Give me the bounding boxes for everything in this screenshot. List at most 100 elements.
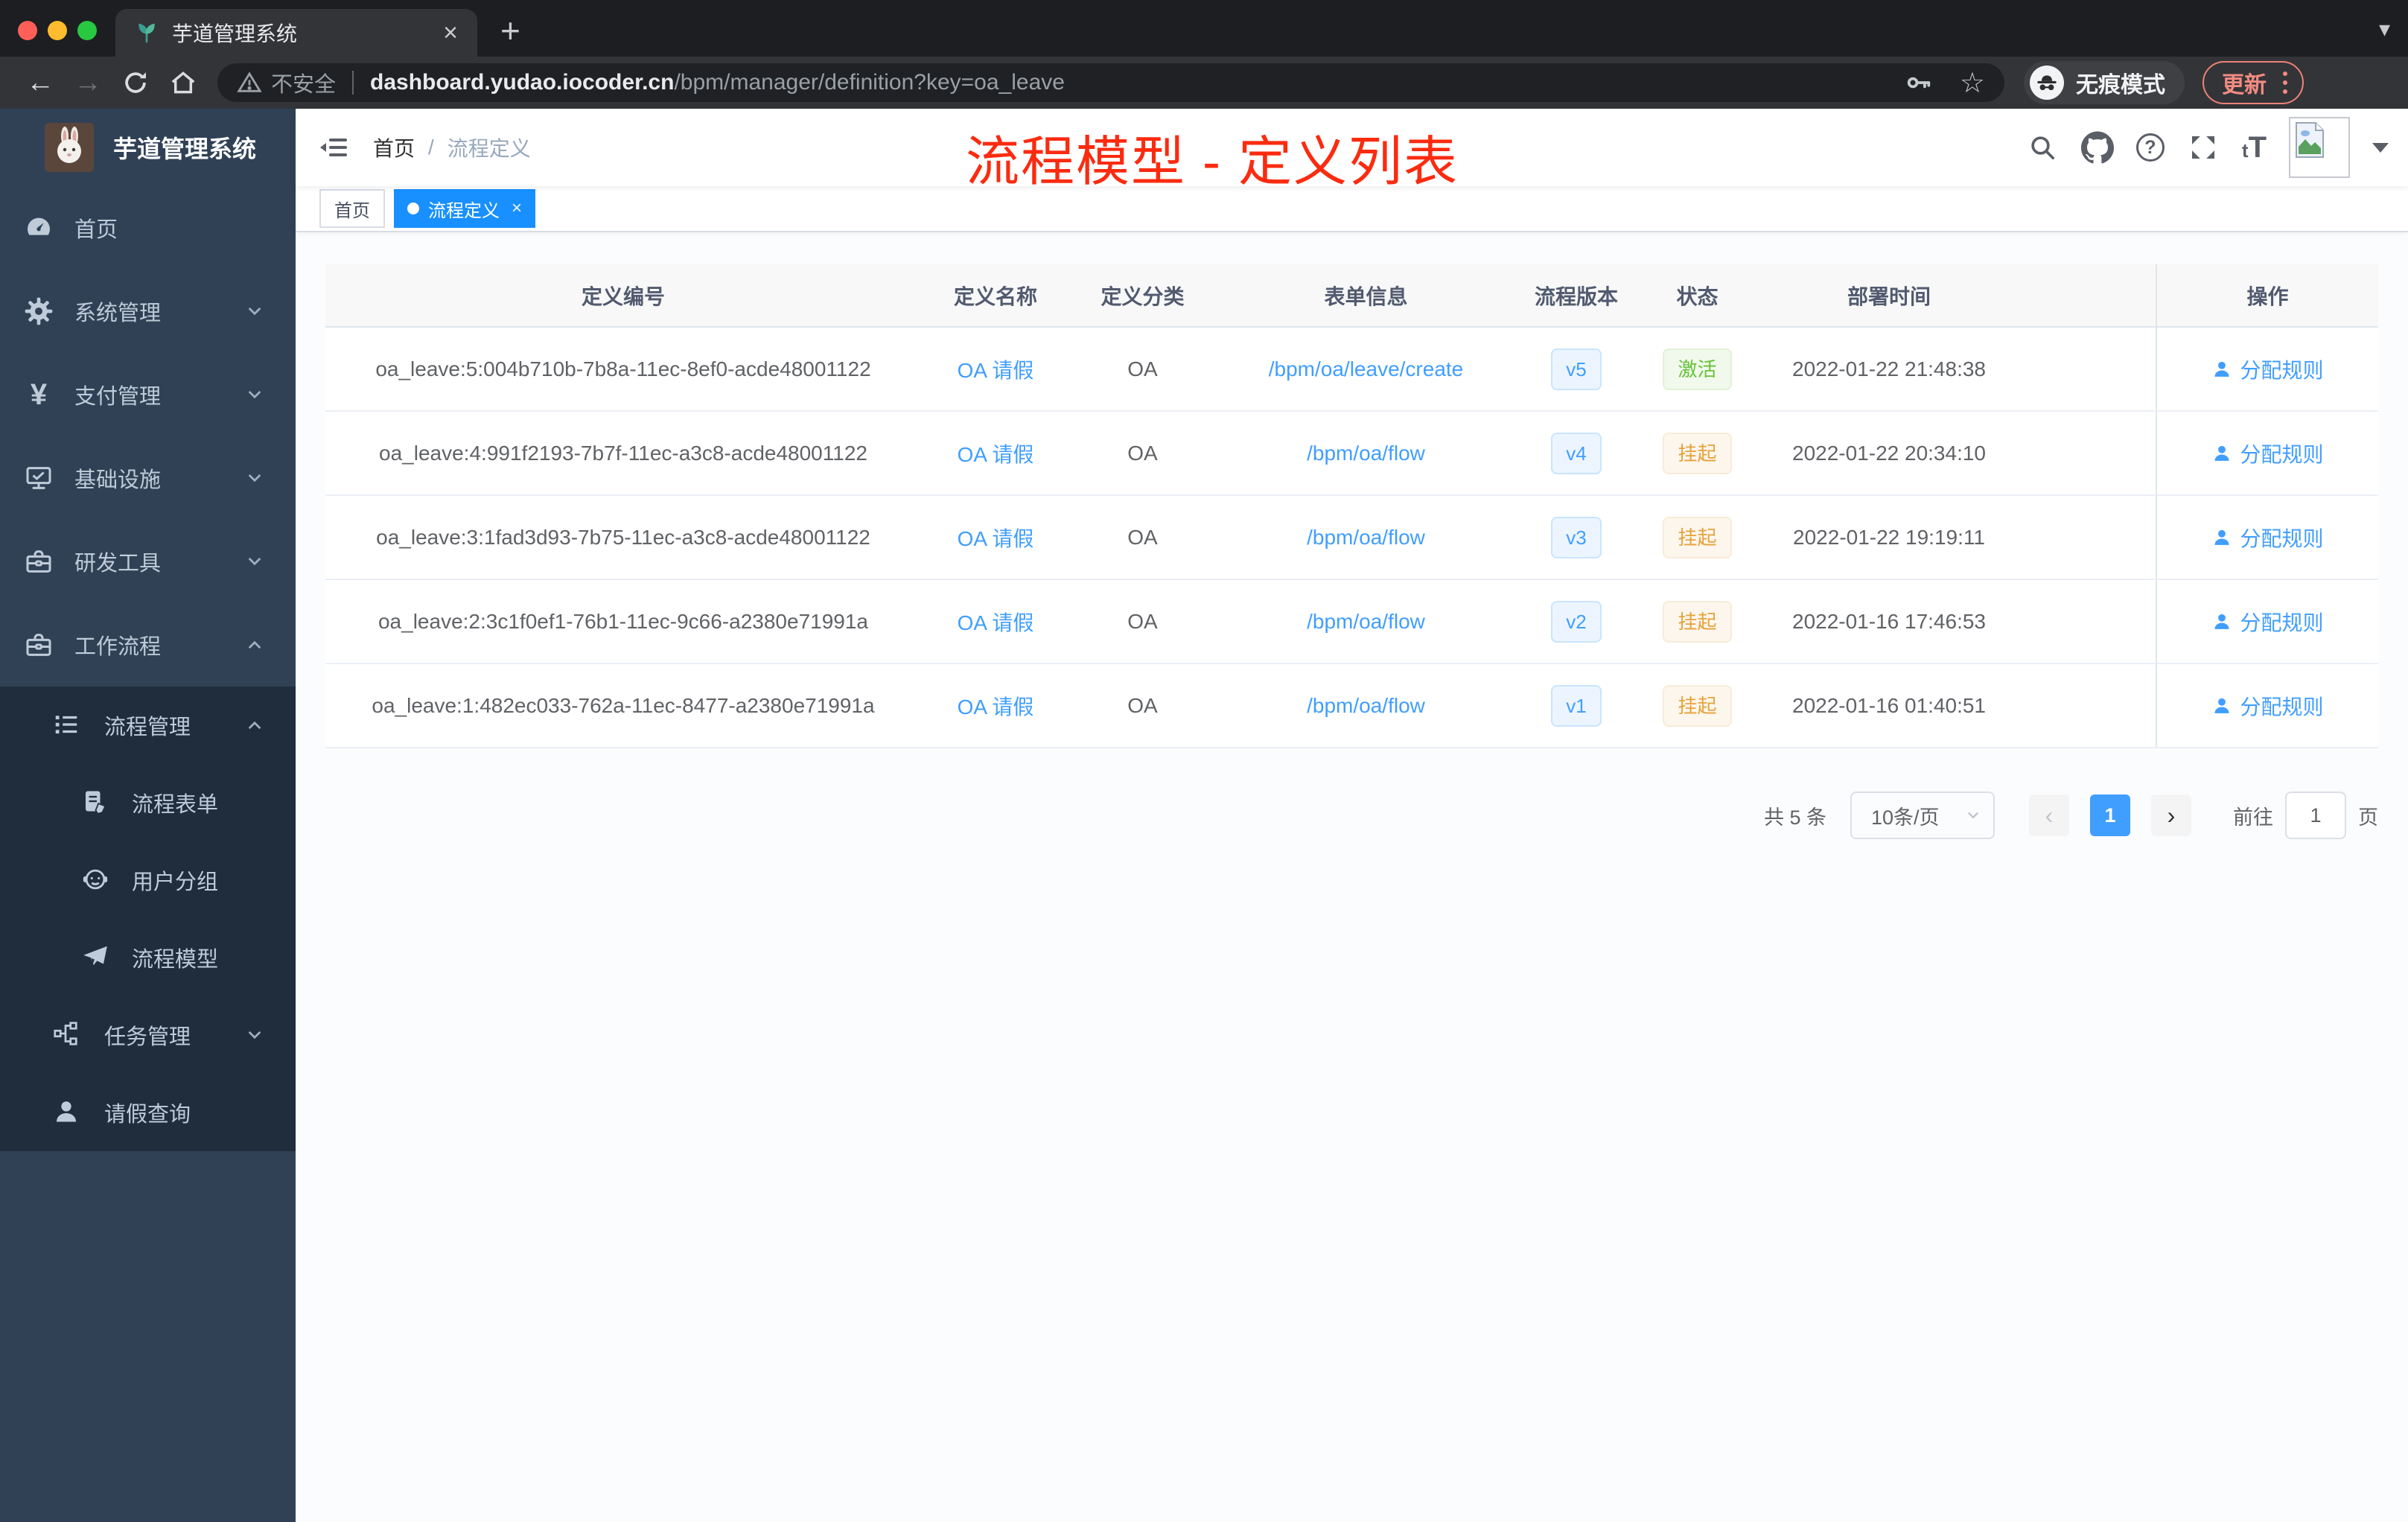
page-size-select[interactable]: 10条/页	[1850, 792, 1995, 839]
security-label[interactable]: 不安全	[271, 67, 336, 98]
assign-rule-button[interactable]: 分配规则	[2211, 691, 2324, 721]
help-icon[interactable]: ?	[2135, 133, 2165, 162]
workflow-submenu: 流程管理 流程表单 用户分组 流程模型 任务管理 请假查询	[0, 687, 296, 1151]
sidebar-item-process-mgmt[interactable]: 流程管理	[0, 687, 296, 764]
cell-form-link[interactable]: /bpm/oa/leave/create	[1215, 357, 1517, 381]
cell-definition-name[interactable]: OA 请假	[921, 691, 1070, 721]
tag-home[interactable]: 首页	[319, 189, 385, 228]
tab-strip: 芋道管理系统 × + ▾	[0, 0, 2408, 57]
assign-rule-button[interactable]: 分配规则	[2211, 523, 2324, 553]
sidebar-item-payment[interactable]: ¥ 支付管理	[0, 353, 296, 436]
tag-close-icon[interactable]: ×	[512, 198, 522, 219]
avatar[interactable]	[2289, 117, 2350, 178]
cell-deploy-time: 2022-01-16 01:40:51	[1792, 693, 1986, 717]
sidebar-item-label: 基础设施	[74, 468, 162, 492]
assign-rule-label: 分配规则	[2240, 358, 2324, 382]
fullscreen-icon[interactable]	[2187, 131, 2220, 164]
cell-deploy-time: 2022-01-22 21:48:38	[1792, 357, 1986, 380]
col-header: 表单信息	[1324, 284, 1408, 308]
next-page-button[interactable]: ›	[2151, 795, 2191, 836]
cell-definition-name[interactable]: OA 请假	[921, 523, 1070, 553]
assign-rule-label: 分配规则	[2240, 695, 2324, 719]
close-window-button[interactable]	[18, 21, 37, 40]
breadcrumb-home[interactable]: 首页	[373, 133, 415, 162]
cell-definition-name[interactable]: OA 请假	[921, 354, 1070, 384]
divider	[352, 71, 354, 95]
update-label[interactable]: 更新	[2222, 66, 2267, 99]
sidebar-item-label: 研发工具	[74, 552, 162, 576]
update-button[interactable]: 更新	[2202, 61, 2304, 104]
sidebar-item-task-mgmt[interactable]: 任务管理	[0, 996, 296, 1074]
chevron-down-icon	[245, 552, 264, 571]
tag-process-definition[interactable]: 流程定义 ×	[394, 189, 536, 228]
sidebar-item-process-model[interactable]: 流程模型	[0, 919, 296, 996]
sidebar-item-label: 用户分组	[132, 870, 219, 894]
status-badge: 挂起	[1663, 432, 1732, 474]
tab-close-icon[interactable]: ×	[443, 20, 458, 45]
avatar-caret-icon[interactable]	[2372, 142, 2389, 153]
cell-form-link[interactable]: /bpm/oa/flow	[1215, 442, 1517, 465]
cell-form-link[interactable]: /bpm/oa/flow	[1215, 610, 1517, 634]
sidebar-item-devtools[interactable]: 研发工具	[0, 520, 296, 603]
prev-page-button[interactable]: ‹	[2029, 795, 2069, 836]
cell-deploy-time: 2022-01-16 17:46:53	[1792, 609, 1986, 633]
app-title: 芋道管理系统	[113, 136, 257, 162]
page-number-button[interactable]: 1	[2090, 795, 2130, 836]
minimize-window-button[interactable]	[48, 21, 67, 40]
search-icon[interactable]	[2026, 131, 2059, 164]
warning-triangle-icon[interactable]	[237, 70, 262, 95]
sidebar-item-workflow[interactable]: 工作流程	[0, 603, 296, 687]
maximize-window-button[interactable]	[77, 21, 97, 40]
cell-definition-name[interactable]: OA 请假	[921, 439, 1070, 468]
breadcrumb-current: 流程定义	[447, 137, 531, 160]
user-icon	[2214, 445, 2230, 461]
assign-rule-button[interactable]: 分配规则	[2211, 439, 2324, 468]
col-header: 操作	[2156, 264, 2378, 326]
breadcrumb-separator: /	[428, 136, 434, 159]
sidebar-item-user-group[interactable]: 用户分组	[0, 841, 296, 919]
gear-icon	[24, 296, 54, 326]
briefcase-icon	[24, 630, 54, 660]
sidebar-item-system[interactable]: 系统管理	[0, 270, 296, 353]
sidebar: 芋道管理系统 首页 系统管理 ¥ 支付管理 基础设施 研发工具 工作流程 流程管…	[0, 109, 296, 1522]
assign-rule-button[interactable]: 分配规则	[2211, 607, 2324, 637]
address-bar[interactable]: 不安全 dashboard.yudao.iocoder.cn /bpm/mana…	[217, 63, 2004, 102]
sidebar-item-label: 首页	[74, 218, 118, 242]
browser-menu-icon[interactable]	[2283, 71, 2287, 94]
active-dot	[407, 203, 419, 214]
url-host[interactable]: dashboard.yudao.iocoder.cn	[370, 70, 674, 95]
font-size-icon[interactable]: tT	[2242, 133, 2267, 162]
assign-rule-button[interactable]: 分配规则	[2211, 354, 2324, 384]
sidebar-collapse-icon[interactable]	[319, 133, 349, 162]
sidebar-item-process-form[interactable]: 流程表单	[0, 764, 296, 841]
cell-category: OA	[1127, 525, 1158, 549]
sidebar-item-infra[interactable]: 基础设施	[0, 436, 296, 520]
dashboard-icon	[24, 213, 54, 243]
cell-definition-name[interactable]: OA 请假	[921, 607, 1070, 637]
favicon-sprout-icon	[135, 21, 159, 45]
key-icon[interactable]	[1905, 69, 1933, 97]
home-button[interactable]	[159, 69, 207, 97]
browser-chrome: 芋道管理系统 × + ▾ ← → 不安全 dashboard.yudao.ioc…	[0, 0, 2408, 109]
forward-button[interactable]: →	[64, 67, 112, 99]
bookmark-star-icon[interactable]: ☆	[1960, 66, 1985, 100]
browser-tab[interactable]: 芋道管理系统 ×	[115, 9, 477, 57]
reload-button[interactable]	[112, 69, 159, 97]
status-badge: 挂起	[1663, 600, 1732, 643]
cell-form-link[interactable]: /bpm/oa/flow	[1215, 694, 1517, 718]
cell-definition-id: oa_leave:4:991f2193-7b7f-11ec-a3c8-acde4…	[379, 441, 867, 465]
cell-form-link[interactable]: /bpm/oa/flow	[1215, 526, 1517, 550]
cell-definition-id: oa_leave:5:004b710b-7b8a-11ec-8ef0-acde4…	[375, 357, 871, 380]
sidebar-item-leave-query[interactable]: 请假查询	[0, 1074, 296, 1151]
goto-page-input[interactable]	[2285, 792, 2346, 839]
tab-search-icon[interactable]: ▾	[2379, 16, 2390, 42]
url-path[interactable]: /bpm/manager/definition?key=oa_leave	[674, 70, 1065, 95]
sidebar-item-home[interactable]: 首页	[0, 186, 296, 270]
new-tab-button[interactable]: +	[500, 10, 520, 51]
status-badge: 激活	[1663, 348, 1732, 390]
sidebar-item-label: 流程模型	[132, 948, 219, 972]
assign-rule-label: 分配规则	[2240, 526, 2324, 550]
back-button[interactable]: ←	[16, 67, 64, 99]
github-icon[interactable]	[2080, 131, 2114, 164]
robot-icon	[81, 865, 111, 895]
